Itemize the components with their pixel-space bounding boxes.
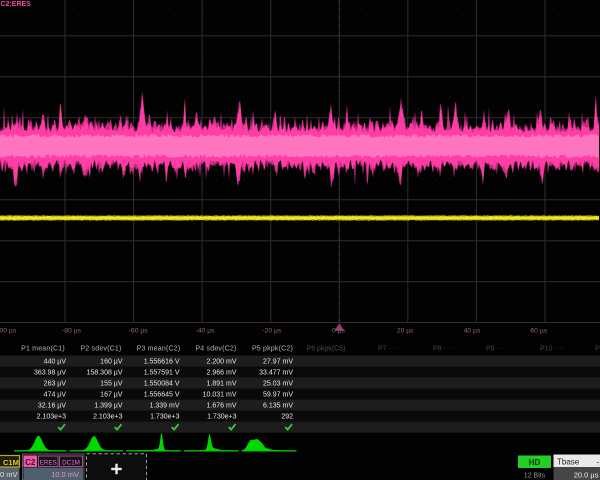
svg-text:P3 mean(C2): P3 mean(C2) [137, 346, 181, 353]
svg-text:292: 292 [281, 413, 293, 420]
svg-text:-40 µs: -40 µs [195, 328, 215, 335]
svg-text:263 µV: 263 µV [44, 380, 67, 387]
svg-text:-20 µs: -20 µs [262, 328, 282, 335]
svg-text:59.97 mV: 59.97 mV [263, 391, 293, 398]
svg-text:155 µV: 155 µV [100, 380, 123, 387]
svg-text:1.676 mV: 1.676 mV [207, 402, 237, 409]
svg-text:2.103e+3: 2.103e+3 [93, 413, 122, 420]
svg-text:P10 ····: P10 ···· [540, 346, 564, 353]
svg-text:160 µV: 160 µV [100, 358, 123, 365]
svg-text:20 µs: 20 µs [397, 328, 414, 335]
svg-text:167 µV: 167 µV [100, 391, 123, 398]
svg-text:20.0 µs: 20.0 µs [574, 470, 599, 479]
svg-text:-100 µs: -100 µs [0, 328, 17, 335]
svg-text:2.200 mV: 2.200 mV [207, 358, 237, 365]
svg-text:440 µV: 440 µV [44, 358, 67, 365]
svg-text:0 mV: 0 mV [0, 470, 18, 479]
svg-text:C2: C2 [25, 458, 36, 467]
svg-text:P6 pkpk(C5): P6 pkpk(C5) [307, 346, 346, 353]
svg-text:HD: HD [529, 458, 541, 467]
svg-text:Tbase: Tbase [557, 457, 580, 466]
svg-text:DC1M: DC1M [62, 459, 80, 466]
svg-text:60 µs: 60 µs [530, 328, 547, 335]
svg-text:25.03 mV: 25.03 mV [263, 380, 293, 387]
svg-text:P2 sdev(C1): P2 sdev(C1) [80, 346, 121, 353]
svg-text:-80 µs: -80 µs [62, 328, 82, 335]
svg-text:474 µV: 474 µV [44, 391, 67, 398]
svg-text:32.16 µV: 32.16 µV [38, 402, 66, 409]
svg-text:P1 mean(C1): P1 mean(C1) [21, 346, 65, 353]
svg-text:P11 ····: P11 ···· [595, 346, 600, 353]
svg-text:10.0 mV: 10.0 mV [51, 470, 79, 479]
svg-text:P7 ····: P7 ···· [378, 346, 398, 353]
svg-text:C1M: C1M [3, 458, 19, 467]
svg-text:1.556645 V: 1.556645 V [144, 391, 180, 398]
svg-text:1.730e+3: 1.730e+3 [150, 413, 179, 420]
svg-text:363.98 µV: 363.98 µV [34, 369, 66, 376]
svg-text:-60 µs: -60 µs [129, 328, 149, 335]
svg-text:P5 pkpk(C2): P5 pkpk(C2) [252, 346, 293, 353]
svg-text:158.308 µV: 158.308 µV [87, 369, 123, 376]
svg-text:27.97 mV: 27.97 mV [263, 358, 293, 365]
svg-text:-100: -100 [597, 457, 600, 466]
svg-text:1.557591 V: 1.557591 V [144, 369, 180, 376]
svg-text:1.399 µV: 1.399 µV [94, 402, 122, 409]
svg-text:1.891 mV: 1.891 mV [207, 380, 237, 387]
svg-text:10.031 mV: 10.031 mV [203, 391, 237, 398]
svg-text:P8 ····: P8 ···· [433, 346, 453, 353]
svg-text:1.339 mV: 1.339 mV [150, 402, 180, 409]
svg-text:2.966 mV: 2.966 mV [207, 369, 237, 376]
svg-text:0 µs: 0 µs [332, 328, 346, 335]
svg-text:P4 sdev(C2): P4 sdev(C2) [195, 346, 236, 353]
svg-text:ERES: ERES [40, 459, 57, 466]
svg-text:6.135 mV: 6.135 mV [263, 402, 293, 409]
svg-text:1.730e+3: 1.730e+3 [207, 413, 236, 420]
svg-text:1.556616 V: 1.556616 V [144, 358, 180, 365]
svg-text:1.550084 V: 1.550084 V [144, 380, 180, 387]
svg-text:P9 ····: P9 ···· [486, 346, 506, 353]
svg-text:40 µs: 40 µs [464, 328, 481, 335]
svg-text:33.477 mV: 33.477 mV [259, 369, 293, 376]
svg-text:12 Bits: 12 Bits [524, 473, 546, 480]
svg-text:2.103e+3: 2.103e+3 [37, 413, 66, 420]
svg-text:C2:ERES: C2:ERES [1, 1, 32, 8]
